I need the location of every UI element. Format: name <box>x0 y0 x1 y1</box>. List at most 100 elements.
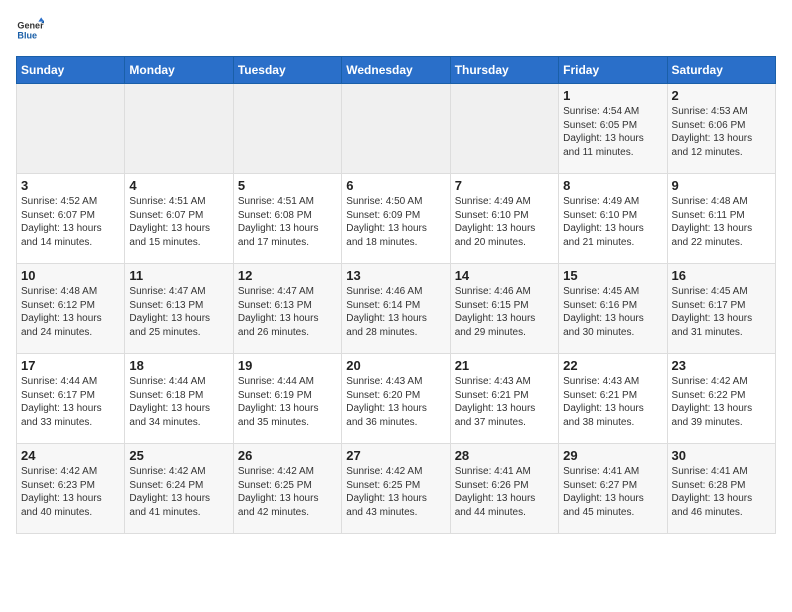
calendar-cell: 16 Sunrise: 4:45 AMSunset: 6:17 PMDaylig… <box>667 264 775 354</box>
day-detail: Sunrise: 4:44 AMSunset: 6:17 PMDaylight:… <box>21 376 102 428</box>
day-number: 17 <box>21 358 120 373</box>
calendar-cell: 2 Sunrise: 4:53 AMSunset: 6:06 PMDayligh… <box>667 84 775 174</box>
svg-text:General: General <box>17 21 44 31</box>
day-number: 20 <box>346 358 445 373</box>
day-number: 19 <box>238 358 337 373</box>
calendar-cell: 27 Sunrise: 4:42 AMSunset: 6:25 PMDaylig… <box>342 444 450 534</box>
calendar-cell: 11 Sunrise: 4:47 AMSunset: 6:13 PMDaylig… <box>125 264 233 354</box>
day-detail: Sunrise: 4:41 AMSunset: 6:28 PMDaylight:… <box>672 466 753 518</box>
weekday-header-sunday: Sunday <box>17 57 125 84</box>
calendar-cell: 24 Sunrise: 4:42 AMSunset: 6:23 PMDaylig… <box>17 444 125 534</box>
day-detail: Sunrise: 4:41 AMSunset: 6:27 PMDaylight:… <box>563 466 644 518</box>
day-detail: Sunrise: 4:46 AMSunset: 6:14 PMDaylight:… <box>346 286 427 338</box>
calendar-cell: 28 Sunrise: 4:41 AMSunset: 6:26 PMDaylig… <box>450 444 558 534</box>
day-detail: Sunrise: 4:43 AMSunset: 6:21 PMDaylight:… <box>563 376 644 428</box>
day-detail: Sunrise: 4:48 AMSunset: 6:12 PMDaylight:… <box>21 286 102 338</box>
week-row-1: 1 Sunrise: 4:54 AMSunset: 6:05 PMDayligh… <box>17 84 776 174</box>
weekday-header-friday: Friday <box>559 57 667 84</box>
calendar-cell: 4 Sunrise: 4:51 AMSunset: 6:07 PMDayligh… <box>125 174 233 264</box>
calendar-cell: 19 Sunrise: 4:44 AMSunset: 6:19 PMDaylig… <box>233 354 341 444</box>
calendar-cell: 18 Sunrise: 4:44 AMSunset: 6:18 PMDaylig… <box>125 354 233 444</box>
day-number: 26 <box>238 448 337 463</box>
calendar-cell <box>450 84 558 174</box>
calendar-cell: 30 Sunrise: 4:41 AMSunset: 6:28 PMDaylig… <box>667 444 775 534</box>
calendar-cell: 20 Sunrise: 4:43 AMSunset: 6:20 PMDaylig… <box>342 354 450 444</box>
day-number: 29 <box>563 448 662 463</box>
day-number: 24 <box>21 448 120 463</box>
day-detail: Sunrise: 4:47 AMSunset: 6:13 PMDaylight:… <box>238 286 319 338</box>
day-detail: Sunrise: 4:44 AMSunset: 6:19 PMDaylight:… <box>238 376 319 428</box>
day-detail: Sunrise: 4:52 AMSunset: 6:07 PMDaylight:… <box>21 196 102 248</box>
calendar-table: SundayMondayTuesdayWednesdayThursdayFrid… <box>16 56 776 534</box>
calendar-cell <box>125 84 233 174</box>
day-number: 27 <box>346 448 445 463</box>
calendar-cell: 12 Sunrise: 4:47 AMSunset: 6:13 PMDaylig… <box>233 264 341 354</box>
day-number: 23 <box>672 358 771 373</box>
day-detail: Sunrise: 4:43 AMSunset: 6:21 PMDaylight:… <box>455 376 536 428</box>
day-number: 1 <box>563 88 662 103</box>
calendar-cell: 21 Sunrise: 4:43 AMSunset: 6:21 PMDaylig… <box>450 354 558 444</box>
calendar-cell: 29 Sunrise: 4:41 AMSunset: 6:27 PMDaylig… <box>559 444 667 534</box>
day-detail: Sunrise: 4:50 AMSunset: 6:09 PMDaylight:… <box>346 196 427 248</box>
calendar-cell: 6 Sunrise: 4:50 AMSunset: 6:09 PMDayligh… <box>342 174 450 264</box>
calendar-cell: 25 Sunrise: 4:42 AMSunset: 6:24 PMDaylig… <box>125 444 233 534</box>
day-detail: Sunrise: 4:41 AMSunset: 6:26 PMDaylight:… <box>455 466 536 518</box>
day-detail: Sunrise: 4:46 AMSunset: 6:15 PMDaylight:… <box>455 286 536 338</box>
calendar-cell: 23 Sunrise: 4:42 AMSunset: 6:22 PMDaylig… <box>667 354 775 444</box>
day-number: 4 <box>129 178 228 193</box>
day-detail: Sunrise: 4:42 AMSunset: 6:23 PMDaylight:… <box>21 466 102 518</box>
day-number: 28 <box>455 448 554 463</box>
calendar-cell: 15 Sunrise: 4:45 AMSunset: 6:16 PMDaylig… <box>559 264 667 354</box>
day-number: 15 <box>563 268 662 283</box>
day-detail: Sunrise: 4:47 AMSunset: 6:13 PMDaylight:… <box>129 286 210 338</box>
day-detail: Sunrise: 4:45 AMSunset: 6:16 PMDaylight:… <box>563 286 644 338</box>
weekday-header-thursday: Thursday <box>450 57 558 84</box>
calendar-cell: 10 Sunrise: 4:48 AMSunset: 6:12 PMDaylig… <box>17 264 125 354</box>
day-number: 5 <box>238 178 337 193</box>
day-detail: Sunrise: 4:42 AMSunset: 6:25 PMDaylight:… <box>346 466 427 518</box>
calendar-cell: 3 Sunrise: 4:52 AMSunset: 6:07 PMDayligh… <box>17 174 125 264</box>
day-number: 11 <box>129 268 228 283</box>
day-detail: Sunrise: 4:45 AMSunset: 6:17 PMDaylight:… <box>672 286 753 338</box>
day-detail: Sunrise: 4:44 AMSunset: 6:18 PMDaylight:… <box>129 376 210 428</box>
calendar-cell: 13 Sunrise: 4:46 AMSunset: 6:14 PMDaylig… <box>342 264 450 354</box>
calendar-cell: 22 Sunrise: 4:43 AMSunset: 6:21 PMDaylig… <box>559 354 667 444</box>
svg-text:Blue: Blue <box>17 30 37 40</box>
day-number: 21 <box>455 358 554 373</box>
day-number: 6 <box>346 178 445 193</box>
day-number: 2 <box>672 88 771 103</box>
weekday-header-monday: Monday <box>125 57 233 84</box>
day-number: 10 <box>21 268 120 283</box>
week-row-4: 17 Sunrise: 4:44 AMSunset: 6:17 PMDaylig… <box>17 354 776 444</box>
calendar-cell <box>17 84 125 174</box>
weekday-header-wednesday: Wednesday <box>342 57 450 84</box>
day-number: 18 <box>129 358 228 373</box>
logo-icon: General Blue <box>16 16 44 44</box>
calendar-cell: 5 Sunrise: 4:51 AMSunset: 6:08 PMDayligh… <box>233 174 341 264</box>
day-number: 22 <box>563 358 662 373</box>
day-number: 25 <box>129 448 228 463</box>
day-number: 12 <box>238 268 337 283</box>
calendar-cell <box>342 84 450 174</box>
day-number: 30 <box>672 448 771 463</box>
day-number: 9 <box>672 178 771 193</box>
calendar-cell: 9 Sunrise: 4:48 AMSunset: 6:11 PMDayligh… <box>667 174 775 264</box>
day-number: 3 <box>21 178 120 193</box>
day-detail: Sunrise: 4:54 AMSunset: 6:05 PMDaylight:… <box>563 106 644 158</box>
day-number: 13 <box>346 268 445 283</box>
calendar-cell: 26 Sunrise: 4:42 AMSunset: 6:25 PMDaylig… <box>233 444 341 534</box>
day-detail: Sunrise: 4:53 AMSunset: 6:06 PMDaylight:… <box>672 106 753 158</box>
day-number: 8 <box>563 178 662 193</box>
day-detail: Sunrise: 4:49 AMSunset: 6:10 PMDaylight:… <box>563 196 644 248</box>
week-row-3: 10 Sunrise: 4:48 AMSunset: 6:12 PMDaylig… <box>17 264 776 354</box>
day-detail: Sunrise: 4:51 AMSunset: 6:07 PMDaylight:… <box>129 196 210 248</box>
logo: General Blue <box>16 16 44 44</box>
day-detail: Sunrise: 4:49 AMSunset: 6:10 PMDaylight:… <box>455 196 536 248</box>
day-detail: Sunrise: 4:43 AMSunset: 6:20 PMDaylight:… <box>346 376 427 428</box>
week-row-2: 3 Sunrise: 4:52 AMSunset: 6:07 PMDayligh… <box>17 174 776 264</box>
day-number: 16 <box>672 268 771 283</box>
calendar-cell: 1 Sunrise: 4:54 AMSunset: 6:05 PMDayligh… <box>559 84 667 174</box>
calendar-cell: 17 Sunrise: 4:44 AMSunset: 6:17 PMDaylig… <box>17 354 125 444</box>
day-number: 7 <box>455 178 554 193</box>
calendar-cell: 14 Sunrise: 4:46 AMSunset: 6:15 PMDaylig… <box>450 264 558 354</box>
